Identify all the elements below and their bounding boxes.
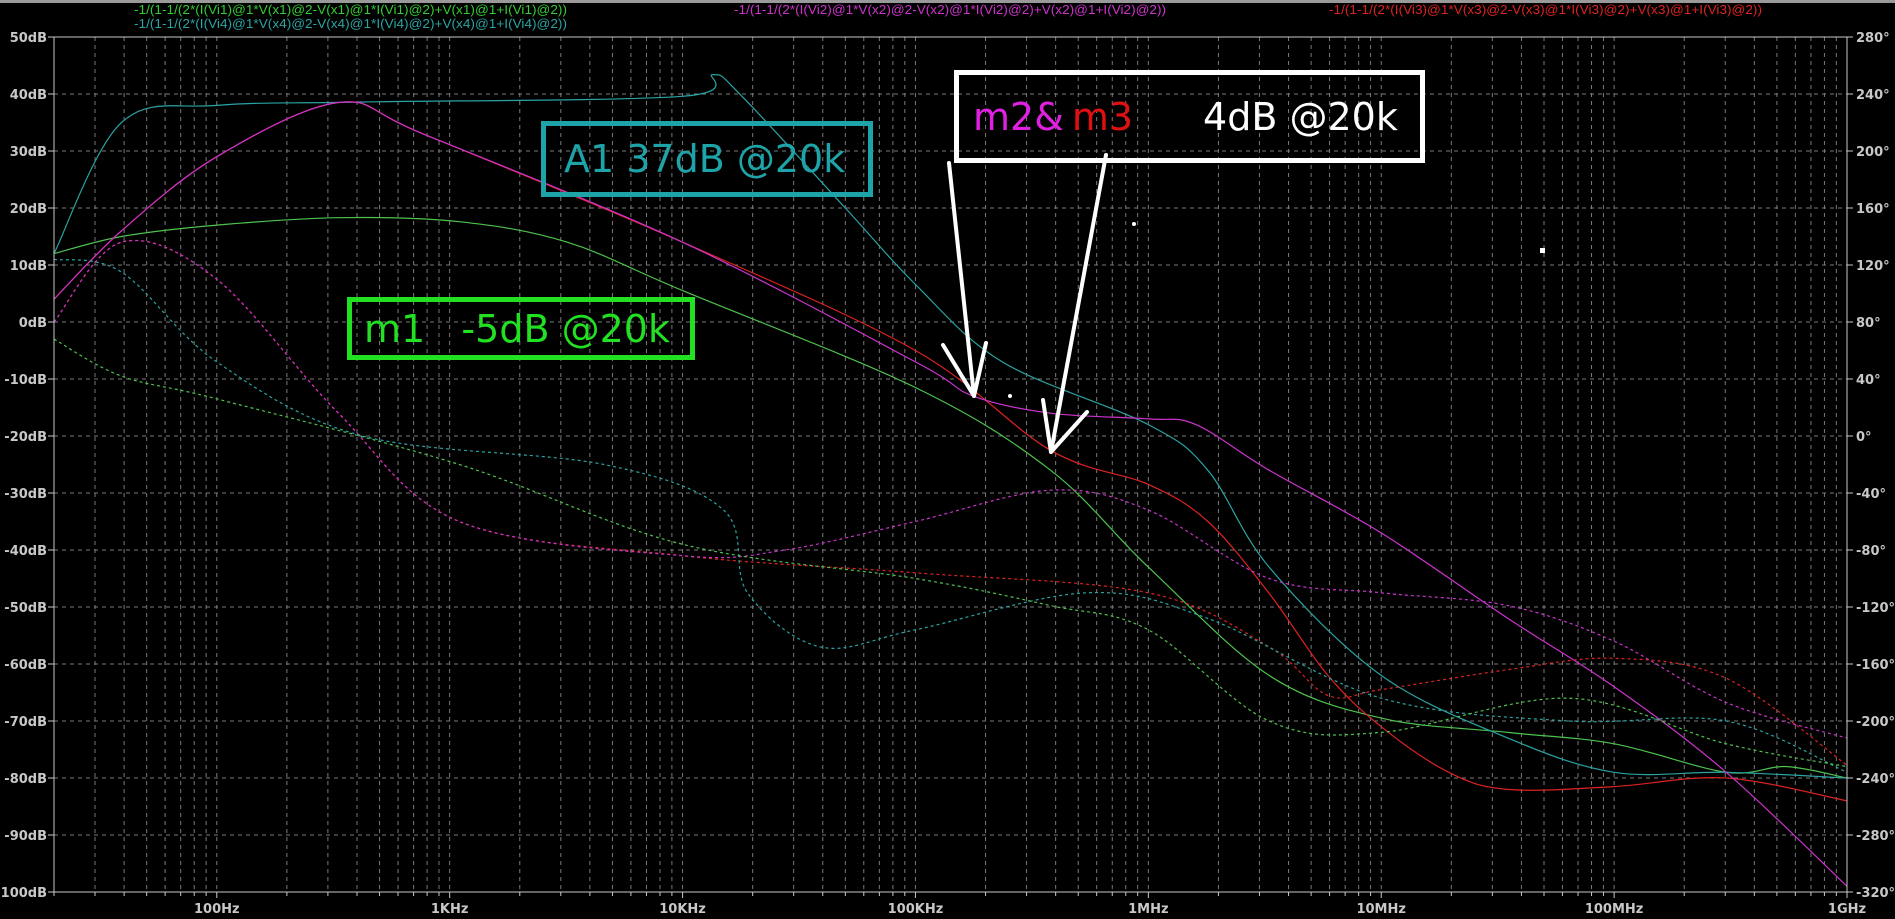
y2-tick-label: 120° <box>1856 259 1890 274</box>
y-tick-label: -100dB <box>0 886 47 901</box>
y2-tick-label: -280° <box>1856 829 1895 844</box>
y-tick-label: -40dB <box>4 544 47 559</box>
y-tick-label: 50dB <box>10 31 47 46</box>
y2-tick-label: 200° <box>1856 145 1890 160</box>
y2-tick-label: 240° <box>1856 88 1890 103</box>
x-tick-label: 10KHz <box>659 902 706 917</box>
y2-tick-label: -160° <box>1856 658 1895 673</box>
legend-vi2: -1/(1-1/(2*(I(Vi2)@1*V(x2)@2-V(x2)@1*I(V… <box>734 2 1166 17</box>
annotation-m3-label: m3 <box>1071 94 1134 139</box>
y2-tick-label: 0° <box>1856 430 1872 445</box>
y2-tick-label: 80° <box>1856 316 1881 331</box>
y-tick-label: 30dB <box>10 145 47 160</box>
arrow-m2 <box>941 161 988 398</box>
marker-dot <box>1540 248 1545 253</box>
annotation-m2-m3-value: 4dB @20k <box>1203 94 1398 139</box>
annotation-m2-m3: m2& m3 4dB @20k <box>954 70 1425 163</box>
y-tick-label: 0dB <box>19 316 47 331</box>
y-tick-label: -20dB <box>4 430 47 445</box>
y2-tick-label: 40° <box>1856 373 1881 388</box>
annotation-a1-text: A1 37dB @20k <box>564 137 846 181</box>
y2-tick-label: -120° <box>1856 601 1895 616</box>
y-tick-label: 20dB <box>10 202 47 217</box>
legend-vi1: -1/(1-1/(2*(I(Vi1)@1*V(x1)@2-V(x1)@1*I(V… <box>134 2 567 17</box>
y-tick-label: 40dB <box>10 88 47 103</box>
x-tick-label: 100KHz <box>888 902 944 917</box>
x-tick-label: 100MHz <box>1585 902 1644 917</box>
annotation-arrows <box>941 153 1545 454</box>
y-tick-label: -50dB <box>4 601 47 616</box>
x-tick-label: 10MHz <box>1356 902 1405 917</box>
y2-tick-label: 280° <box>1856 31 1890 46</box>
bode-plot: 50dB 280° 40dB 240° 30dB 200° 20dB 160° 10dB 120°… <box>0 0 1895 917</box>
legend: -1/(1-1/(2*(I(Vi1)@1*V(x1)@2-V(x1)@1*I(V… <box>134 2 1762 31</box>
annotation-m2-label: m2& <box>973 94 1064 139</box>
x-tick-label: 1KHz <box>431 902 469 917</box>
y2-tick-label: -40° <box>1856 487 1886 502</box>
annotation-m1-text: m1 -5dB @20k <box>364 306 670 351</box>
x-tick-label: 100Hz <box>194 902 240 917</box>
annotation-m1: m1 -5dB @20k <box>347 297 695 360</box>
legend-vi3: -1/(1-1/(2*(I(Vi3)@1*V(x3)@2-V(x3)@1*I(V… <box>1329 2 1762 17</box>
y-tick-label: -90dB <box>4 829 47 844</box>
y-tick-label: -60dB <box>4 658 47 673</box>
marker-dot <box>1008 394 1012 398</box>
legend-vi4: -1/(1-1/(2*(I(Vi4)@1*V(x4)@2-V(x4)@1*I(V… <box>134 16 567 31</box>
marker-dot <box>1132 222 1136 226</box>
x-tick-label: 1GHz <box>1828 902 1866 917</box>
y-tick-label: -70dB <box>4 715 47 730</box>
y2-tick-label: -320° <box>1856 886 1895 901</box>
y-tick-label: 10dB <box>10 259 47 274</box>
y2-tick-label: -80° <box>1856 544 1886 559</box>
y2-tick-label: -240° <box>1856 772 1895 787</box>
y2-tick-label: 160° <box>1856 202 1890 217</box>
y-tick-label: -10dB <box>4 373 47 388</box>
y-tick-label: -80dB <box>4 772 47 787</box>
y2-tick-label: -200° <box>1856 715 1895 730</box>
annotation-a1: A1 37dB @20k <box>541 121 873 197</box>
x-tick-label: 1MHz <box>1128 902 1168 917</box>
y-tick-label: -30dB <box>4 487 47 502</box>
